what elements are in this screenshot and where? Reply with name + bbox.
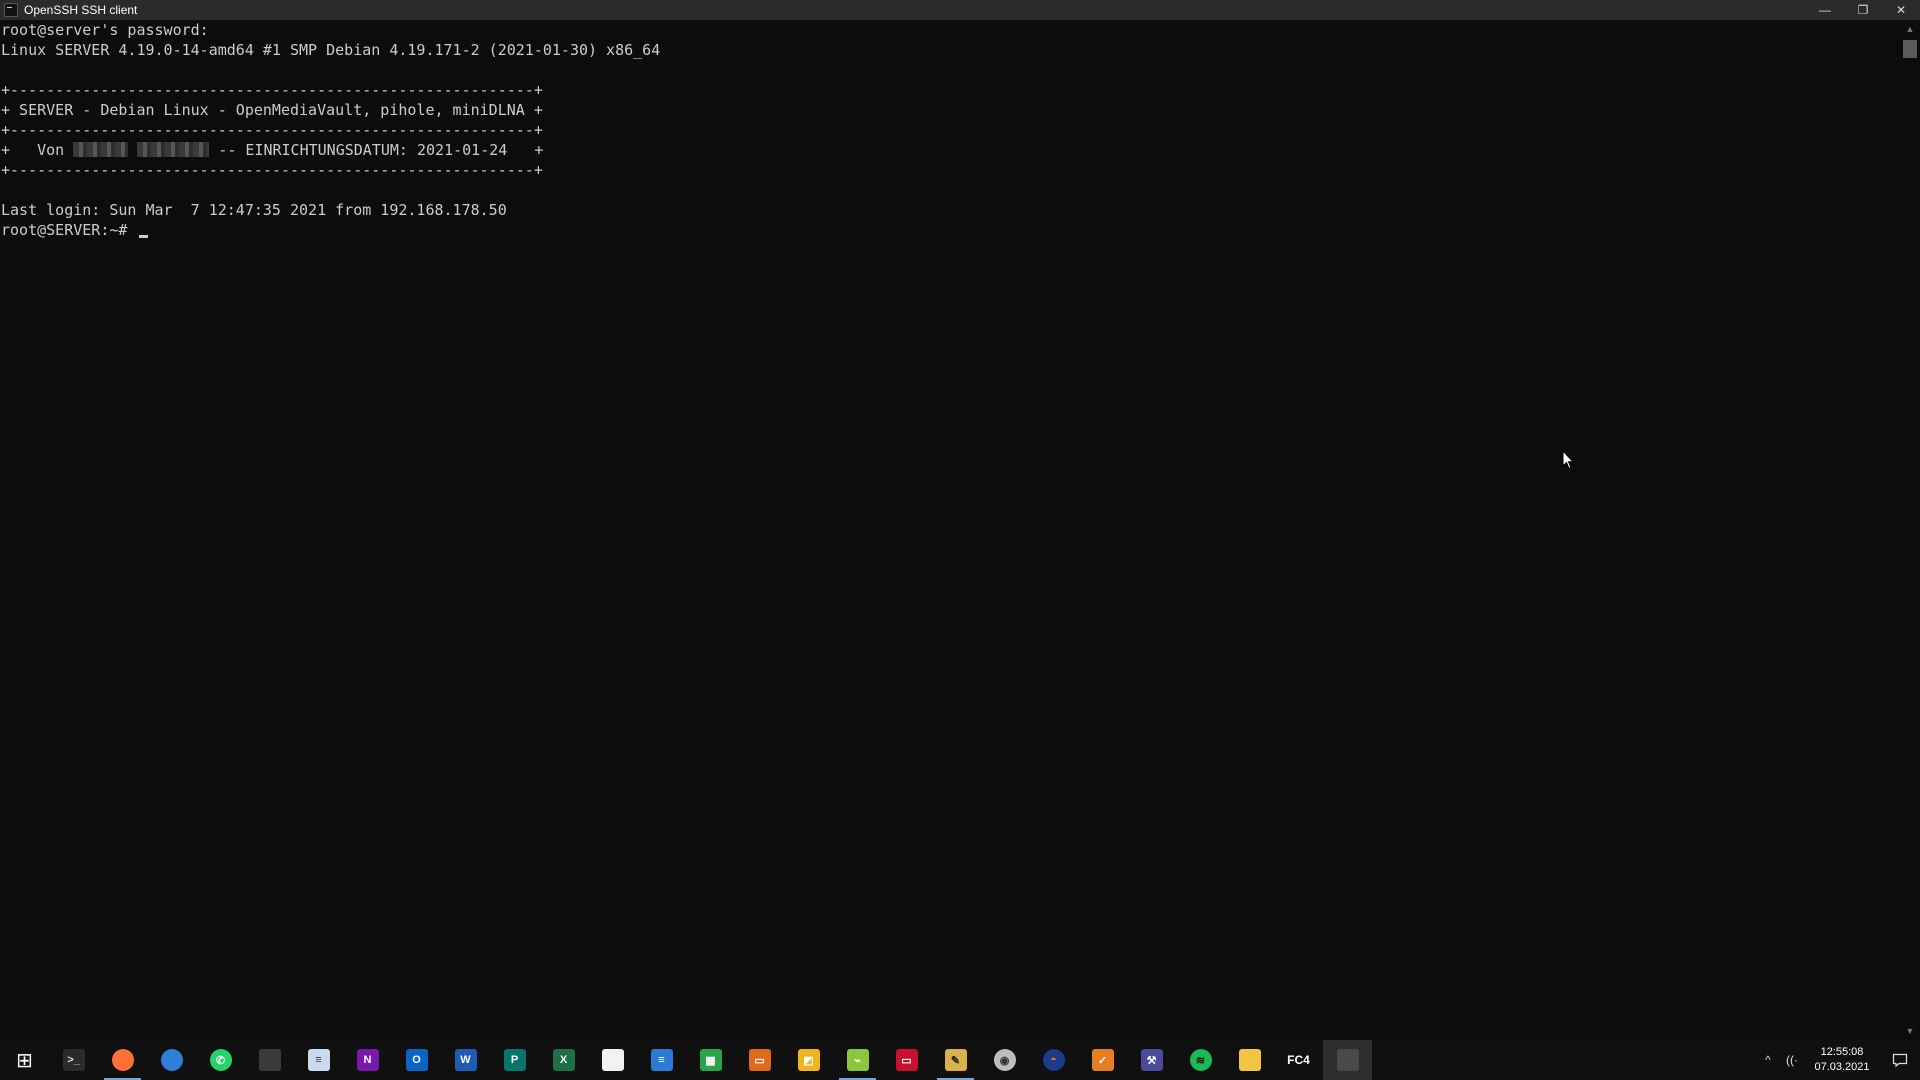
restore-button[interactable]: ❐ (1844, 0, 1882, 20)
clock-time: 12:55:08 (1820, 1046, 1864, 1058)
onenote-icon: N (356, 1049, 379, 1071)
terminal-line: Linux SERVER 4.19.0-14-amd64 #1 SMP Debi… (1, 41, 661, 59)
taskbar-firefox[interactable] (98, 1040, 147, 1080)
taskbar: ⊞ >_ ✆ ≡ N O W P X ≡ ▦ ▭ ◩ ⌁ ▭ ✎ ◉ ◓ ✓ ⚒ ≋ FC4 ^ ((· 12:55:08… (0, 1040, 1920, 1080)
minimize-button[interactable]: — (1806, 0, 1844, 20)
whatsapp-icon: ✆ (209, 1049, 232, 1071)
scroll-up-arrow-icon[interactable]: ▲ (1900, 20, 1920, 38)
vertical-scrollbar[interactable]: ▲ ▼ (1900, 20, 1920, 1040)
terminal-line: root@server's password: (1, 21, 209, 39)
banner-owner-suffix: -- EINRICHTUNGSDATUM: 2021-01-24 + (209, 141, 544, 159)
notepad-icon: ≡ (307, 1049, 330, 1071)
check-tool-icon: ✓ (1091, 1049, 1114, 1071)
banner-owner-prefix: + Von (1, 141, 74, 159)
terminal-output: root@server's password: Linux SERVER 4.19… (0, 20, 1900, 240)
system-tray: ^ ((· 12:55:08 07.03.2021 (1756, 1040, 1920, 1080)
taskbar-writer[interactable]: ≡ (637, 1040, 686, 1080)
terminal-app-icon (4, 3, 18, 17)
impress-icon: ▭ (748, 1049, 771, 1071)
prompt-line[interactable]: root@SERVER:~# (1, 220, 1900, 240)
text-cursor (139, 235, 149, 238)
taskbar-impress[interactable]: ▭ (735, 1040, 784, 1080)
start-button[interactable]: ⊞ (0, 1040, 49, 1080)
word-icon: W (454, 1049, 477, 1071)
last-login-line: Last login: Sun Mar 7 12:47:35 2021 from… (1, 201, 507, 219)
taskbar-draw[interactable]: ◩ (784, 1040, 833, 1080)
taskbar-explorer[interactable] (1225, 1040, 1274, 1080)
taskbar-spotify[interactable]: ≋ (1176, 1040, 1225, 1080)
terminal-line: +---------------------------------------… (1, 121, 543, 139)
windows-logo-icon: ⊞ (13, 1049, 36, 1072)
network-icon[interactable]: ((· (1780, 1040, 1804, 1080)
terminal-line: +---------------------------------------… (1, 161, 543, 179)
taskbar-blank-doc[interactable] (588, 1040, 637, 1080)
taskbar-check-tool[interactable]: ✓ (1078, 1040, 1127, 1080)
taskbar-pen-tool[interactable]: ✎ (931, 1040, 980, 1080)
notification-icon (1892, 1053, 1908, 1068)
redacted-last-name (137, 142, 210, 157)
show-hidden-icons-chevron-icon[interactable]: ^ (1756, 1040, 1780, 1080)
red-terminal-icon: ▭ (895, 1049, 918, 1071)
shell-prompt: root@SERVER:~# (1, 221, 137, 239)
title-bar[interactable]: OpenSSH SSH client — ❐ ✕ (0, 0, 1920, 20)
taskbar-excel[interactable]: X (539, 1040, 588, 1080)
document-icon (601, 1049, 624, 1071)
terminal-line: + SERVER - Debian Linux - OpenMediaVault… (1, 101, 543, 119)
shield-icon: ◉ (993, 1049, 1016, 1071)
taskbar-word[interactable]: W (441, 1040, 490, 1080)
writer-icon: ≡ (650, 1049, 673, 1071)
taskbar-thunderbird[interactable] (147, 1040, 196, 1080)
banner-owner-line: + Von -- EINRICHTUNGSDATUM: 2021-01-24 + (1, 140, 1900, 160)
close-button[interactable]: ✕ (1882, 0, 1920, 20)
taskbar-chart-app[interactable]: ⌁ (833, 1040, 882, 1080)
firefox-icon (111, 1049, 134, 1071)
action-center-button[interactable] (1880, 1040, 1920, 1080)
taskbar-app-dark[interactable] (245, 1040, 294, 1080)
taskbar-terminal[interactable]: >_ (49, 1040, 98, 1080)
taskbar-onenote[interactable]: N (343, 1040, 392, 1080)
scrollbar-thumb[interactable] (1903, 40, 1917, 58)
ssh-window-icon (1336, 1049, 1359, 1071)
taskbar-ssh-client[interactable] (1323, 1040, 1372, 1080)
fc4-icon: FC4 (1284, 1049, 1313, 1071)
taskbar-notepad[interactable]: ≡ (294, 1040, 343, 1080)
pen-tool-icon: ✎ (944, 1049, 967, 1071)
taskbar-fc4[interactable]: FC4 (1274, 1040, 1323, 1080)
terminal-line: +---------------------------------------… (1, 81, 543, 99)
window-title: OpenSSH SSH client (24, 3, 138, 17)
calc-icon: ▦ (699, 1049, 722, 1071)
terminal-area[interactable]: root@server's password: Linux SERVER 4.19… (0, 20, 1900, 1040)
clock[interactable]: 12:55:08 07.03.2021 (1804, 1045, 1880, 1075)
spotify-icon: ≋ (1189, 1049, 1212, 1071)
chart-app-icon: ⌁ (846, 1049, 869, 1071)
taskbar-red-terminal[interactable]: ▭ (882, 1040, 931, 1080)
clock-date: 07.03.2021 (1814, 1061, 1870, 1073)
app-window-icon (258, 1049, 281, 1071)
taskbar-whatsapp[interactable]: ✆ (196, 1040, 245, 1080)
tools-icon: ⚒ (1140, 1049, 1163, 1071)
terminal-icon: >_ (62, 1049, 85, 1071)
taskbar-publisher[interactable]: P (490, 1040, 539, 1080)
taskbar-shield[interactable]: ◉ (980, 1040, 1029, 1080)
taskbar-sun-app[interactable]: ◓ (1029, 1040, 1078, 1080)
excel-icon: X (552, 1049, 575, 1071)
outlook-icon: O (405, 1049, 428, 1071)
folder-icon (1238, 1049, 1261, 1071)
mouse-pointer-icon (1562, 450, 1574, 470)
window-controls: — ❐ ✕ (1806, 0, 1920, 20)
thunderbird-icon (160, 1049, 183, 1071)
publisher-icon: P (503, 1049, 526, 1071)
draw-icon: ◩ (797, 1049, 820, 1071)
taskbar-outlook[interactable]: O (392, 1040, 441, 1080)
sun-icon: ◓ (1042, 1049, 1065, 1071)
taskbar-pinned-apps: ⊞ >_ ✆ ≡ N O W P X ≡ ▦ ▭ ◩ ⌁ ▭ ✎ ◉ ◓ ✓ ⚒ ≋ FC4 (0, 1040, 1372, 1080)
taskbar-calc[interactable]: ▦ (686, 1040, 735, 1080)
redacted-first-name (73, 142, 129, 157)
scroll-down-arrow-icon[interactable]: ▼ (1900, 1022, 1920, 1040)
taskbar-tools[interactable]: ⚒ (1127, 1040, 1176, 1080)
